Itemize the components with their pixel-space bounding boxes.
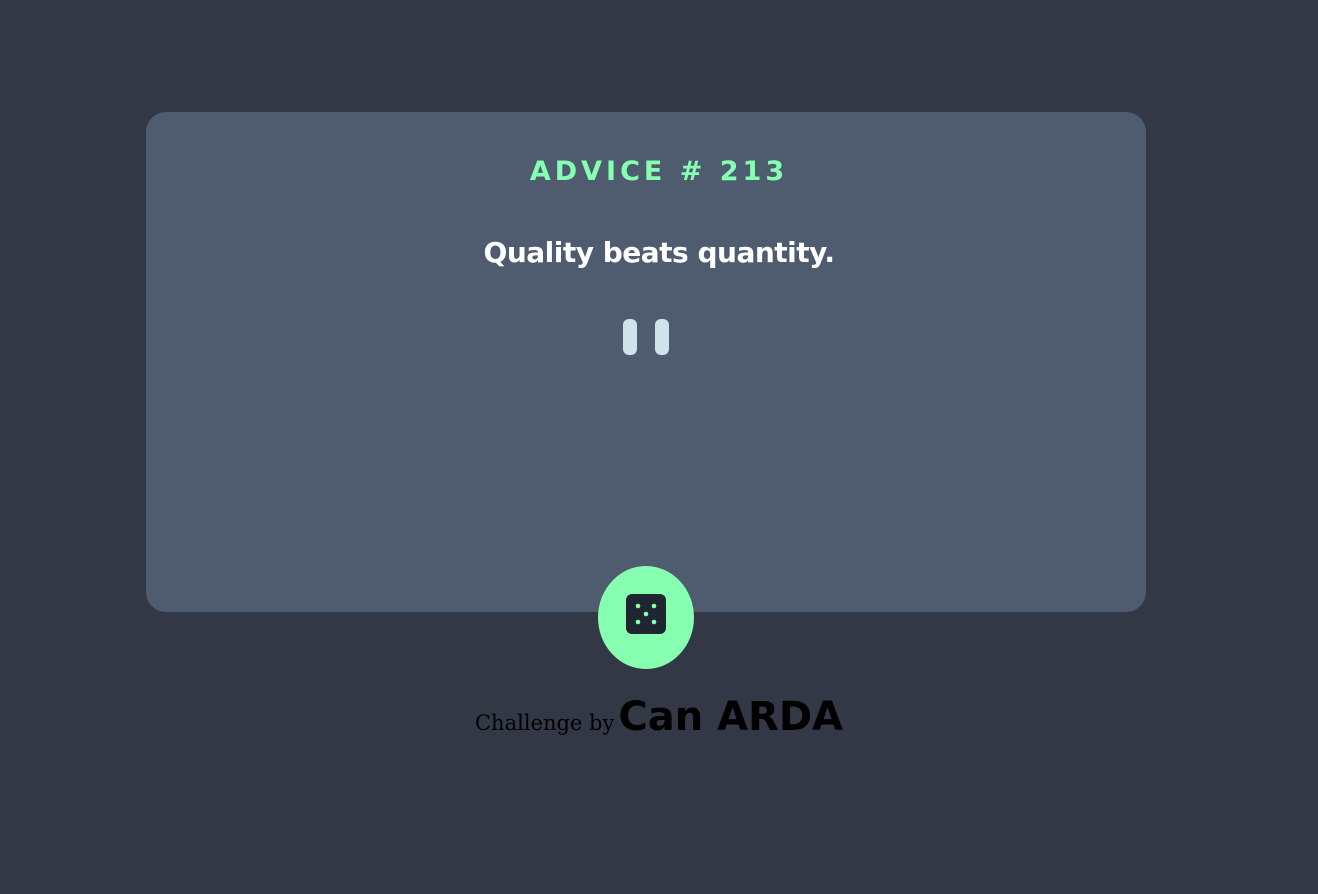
advice-id-label: ADVICE # 213 <box>529 156 789 187</box>
attribution-lead: Challenge by <box>474 711 615 735</box>
page: ADVICE # 213 Quality beats quantity. Cha… <box>0 0 1318 894</box>
pause-icon <box>623 319 669 355</box>
pause-bar-left <box>623 319 637 355</box>
roll-dice-button[interactable] <box>598 566 694 669</box>
attribution: Challenge by Can ARDA <box>0 694 1318 740</box>
advice-quote: Quality beats quantity. <box>483 236 835 269</box>
author-link[interactable]: Can ARDA <box>618 694 843 740</box>
pause-bar-right <box>655 319 669 355</box>
dice-icon <box>626 594 666 634</box>
